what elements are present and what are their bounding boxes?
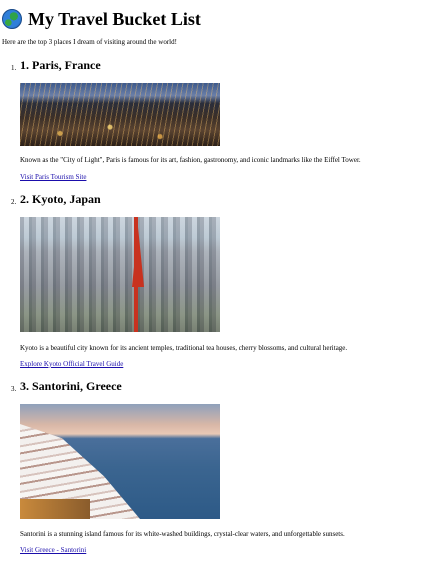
place-heading: 1. Paris, France [20,58,101,72]
kyoto-guide-link[interactable]: Explore Kyoto Official Travel Guide [20,360,123,368]
page-title: My Travel Bucket List [28,9,201,29]
page-header: My Travel Bucket List [2,8,201,30]
santorini-link[interactable]: Visit Greece - Santorini [20,546,86,554]
kyoto-photo [20,217,220,332]
list-number: 1. [11,64,17,72]
page: My Travel Bucket List Here are the top 3… [0,0,426,580]
place-description: Kyoto is a beautiful city known for its … [20,344,348,352]
tower-icon [132,227,144,287]
globe-icon [2,9,22,29]
list-number: 2. [11,198,17,206]
intro-text: Here are the top 3 places I dream of vis… [2,38,177,46]
paris-tourism-link[interactable]: Visit Paris Tourism Site [20,173,86,181]
list-number: 3. [11,385,17,393]
place-heading: 3. Santorini, Greece [20,379,122,393]
place-heading: 2. Kyoto, Japan [20,192,101,206]
paris-photo [20,83,220,146]
place-description: Santorini is a stunning island famous fo… [20,530,345,538]
place-description: Known as the "City of Light", Paris is f… [20,156,361,164]
santorini-photo [20,404,220,519]
cliff-shape [20,499,90,519]
